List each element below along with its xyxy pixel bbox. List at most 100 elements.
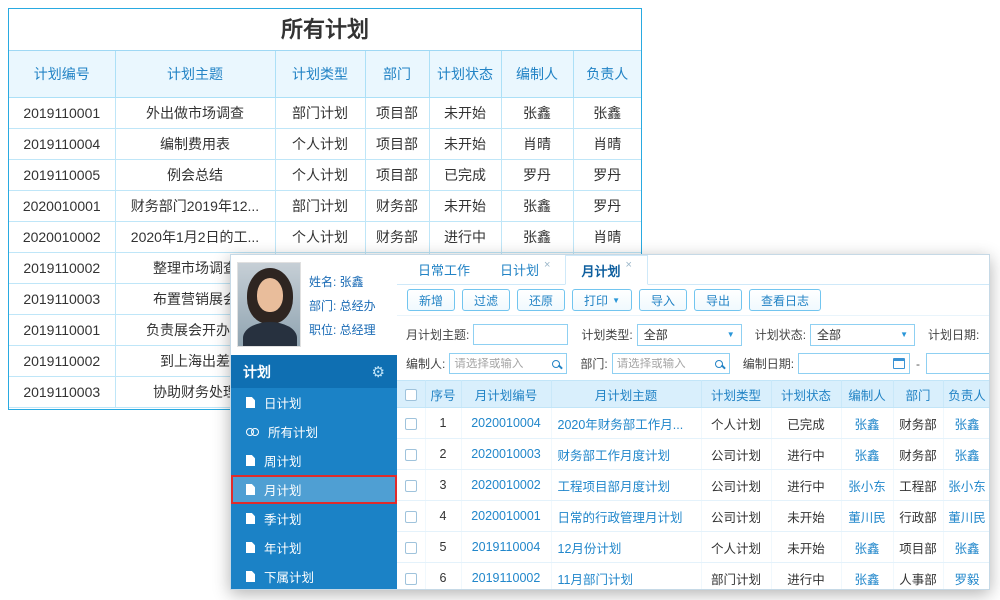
search-icon[interactable] xyxy=(714,359,723,368)
link-cell[interactable]: 2019110002 xyxy=(461,562,552,589)
link-cell[interactable]: 张鑫 xyxy=(841,438,894,470)
link-cell[interactable]: 张鑫 xyxy=(841,562,894,589)
date-end-input[interactable] xyxy=(931,357,989,370)
column-header-department: 部门 xyxy=(893,380,944,408)
search-icon[interactable] xyxy=(552,359,561,368)
link-cell[interactable]: 日常的行政管理月计划 xyxy=(551,500,702,532)
sidebar-item-subordinate-plan[interactable]: 下属计划 xyxy=(231,562,397,589)
reset-button[interactable]: 还原 xyxy=(517,289,566,311)
table-row[interactable]: 5 2019110004 12月份计划 个人计划 未开始 张鑫 项目部 张鑫 xyxy=(397,531,989,563)
link-cell[interactable]: 张小东 xyxy=(943,469,989,501)
column-header-plan-id: 计划编号 xyxy=(9,51,116,98)
table-row[interactable]: 4 2020010001 日常的行政管理月计划 公司计划 未开始 董川民 行政部 董川民 xyxy=(397,500,989,532)
row-checkbox[interactable] xyxy=(404,448,417,461)
select-all-checkbox[interactable] xyxy=(404,388,417,401)
table-row[interactable]: 2019110005 例会总结 个人计划 项目部 已完成 罗丹 罗丹 xyxy=(9,158,641,191)
compiler-input[interactable] xyxy=(454,357,553,370)
dept-input[interactable] xyxy=(616,357,715,370)
cell: 行政部 xyxy=(893,500,944,532)
link-cell[interactable]: 2020010004 xyxy=(461,407,552,439)
cell: 编制费用表 xyxy=(114,127,276,160)
tab-daily-plan[interactable]: 日计划 × xyxy=(485,255,565,284)
print-button[interactable]: 打印 ▼ xyxy=(572,289,632,311)
sidebar-item-label: 日计划 xyxy=(264,397,302,411)
subject-filter-input[interactable] xyxy=(473,324,569,345)
row-checkbox[interactable] xyxy=(404,417,417,430)
link-cell[interactable]: 2020010001 xyxy=(461,500,552,532)
calendar-icon[interactable] xyxy=(893,358,906,369)
compile-date-start-input[interactable] xyxy=(798,353,911,374)
table-row[interactable]: 3 2020010002 工程项目部月度计划 公司计划 进行中 张小东 工程部 张小东 xyxy=(397,469,989,501)
column-header-plan-subject: 计划主题 xyxy=(114,51,276,98)
table-row[interactable]: 2 2020010003 财务部工作月度计划 公司计划 进行中 张鑫 财务部 张鑫 xyxy=(397,438,989,470)
cell: 2019110002 xyxy=(9,344,116,377)
link-cell[interactable]: 张鑫 xyxy=(841,407,894,439)
cell: 进行中 xyxy=(771,469,842,501)
sidebar-item-annual-plan[interactable]: 年计划 xyxy=(231,533,397,562)
link-cell[interactable]: 2020年财务部工作月... xyxy=(551,407,702,439)
link-cell[interactable]: 张小东 xyxy=(841,469,894,501)
sidebar-item-daily-plan[interactable]: 日计划 xyxy=(231,388,397,417)
row-checkbox[interactable] xyxy=(404,510,417,523)
toolbar: 新增 过滤 还原 打印 ▼ 导入 导出 查看日志 xyxy=(397,285,989,316)
status-filter-select[interactable]: 全部 ▼ xyxy=(810,323,916,346)
add-button[interactable]: 新增 xyxy=(407,289,456,311)
cell: 公司计划 xyxy=(701,438,772,470)
row-checkbox[interactable] xyxy=(404,572,417,585)
cell: 工程部 xyxy=(893,469,944,501)
cell: 2020010002 xyxy=(9,220,116,253)
link-cell[interactable]: 董川民 xyxy=(841,500,894,532)
link-cell[interactable]: 12月份计划 xyxy=(551,531,702,563)
row-checkbox[interactable] xyxy=(404,541,417,554)
sidebar-item-monthly-plan[interactable]: 月计划 xyxy=(231,475,397,504)
cell: 2 xyxy=(425,438,462,470)
view-log-button[interactable]: 查看日志 xyxy=(749,289,822,311)
filter-button[interactable]: 过滤 xyxy=(462,289,511,311)
link-cell[interactable]: 财务部工作月度计划 xyxy=(551,438,702,470)
tab-monthly-plan[interactable]: 月计划 × xyxy=(565,255,648,285)
link-cell[interactable]: 11月部门计划 xyxy=(551,562,702,589)
compiler-filter-input[interactable] xyxy=(449,353,568,374)
close-icon[interactable]: × xyxy=(625,259,631,271)
type-filter-select[interactable]: 全部 ▼ xyxy=(636,323,742,346)
doc-icon xyxy=(246,455,255,466)
cell: 2020年1月2日的工... xyxy=(114,220,276,253)
link-cell[interactable]: 2020010003 xyxy=(461,438,552,470)
link-cell[interactable]: 2019110004 xyxy=(461,531,552,563)
status-filter-value: 全部 xyxy=(817,328,842,342)
dept-filter-input[interactable] xyxy=(611,353,730,374)
table-row[interactable]: 2020010001 财务部门2019年12... 部门计划 财务部 未开始 张鑫 罗丹 xyxy=(9,189,641,222)
link-cell[interactable]: 张鑫 xyxy=(841,531,894,563)
link-cell[interactable]: 工程项目部月度计划 xyxy=(551,469,702,501)
link-cell[interactable]: 张鑫 xyxy=(943,531,989,563)
cell: 个人计划 xyxy=(274,127,366,160)
tab-daily-work[interactable]: 日常工作 xyxy=(403,255,485,284)
link-cell[interactable]: 董川民 xyxy=(943,500,989,532)
table-row[interactable]: 1 2020010004 2020年财务部工作月... 个人计划 已完成 张鑫 财务部 张鑫 xyxy=(397,407,989,439)
cell: 张鑫 xyxy=(572,96,641,129)
table-row[interactable]: 2019110004 编制费用表 个人计划 项目部 未开始 肖晴 肖晴 xyxy=(9,127,641,160)
row-checkbox[interactable] xyxy=(404,479,417,492)
link-cell[interactable]: 张鑫 xyxy=(943,407,989,439)
link-cell[interactable]: 2020010002 xyxy=(461,469,552,501)
close-icon[interactable]: × xyxy=(544,259,550,271)
gear-icon[interactable]: ⚙ xyxy=(372,363,385,381)
cell: 张鑫 xyxy=(500,220,574,253)
table-row[interactable]: 2020010002 2020年1月2日的工... 个人计划 财务部 进行中 张鑫 肖晴 xyxy=(9,220,641,253)
cell: 2019110004 xyxy=(9,127,116,160)
date-start-input[interactable] xyxy=(803,357,894,370)
cell: 个人计划 xyxy=(701,407,772,439)
link-cell[interactable]: 罗毅 xyxy=(943,562,989,589)
table-row[interactable]: 2019110001 外出做市场调查 部门计划 项目部 未开始 张鑫 张鑫 xyxy=(9,96,641,129)
sidebar-item-weekly-plan[interactable]: 周计划 xyxy=(231,446,397,475)
sidebar-item-quarterly-plan[interactable]: 季计划 xyxy=(231,504,397,533)
import-button[interactable]: 导入 xyxy=(638,289,687,311)
sidebar-item-all-plans[interactable]: 所有计划 xyxy=(231,417,397,446)
link-cell[interactable]: 张鑫 xyxy=(943,438,989,470)
screen: 所有计划 计划编号 计划主题 计划类型 部门 计划状态 编制人 负责人 2019… xyxy=(0,0,1000,600)
cell: 项目部 xyxy=(893,531,944,563)
compile-date-end-input[interactable] xyxy=(926,353,989,374)
export-button[interactable]: 导出 xyxy=(694,289,743,311)
table-row[interactable]: 6 2019110002 11月部门计划 部门计划 进行中 张鑫 人事部 罗毅 xyxy=(397,562,989,589)
sidebar-item-label: 下属计划 xyxy=(264,571,315,585)
